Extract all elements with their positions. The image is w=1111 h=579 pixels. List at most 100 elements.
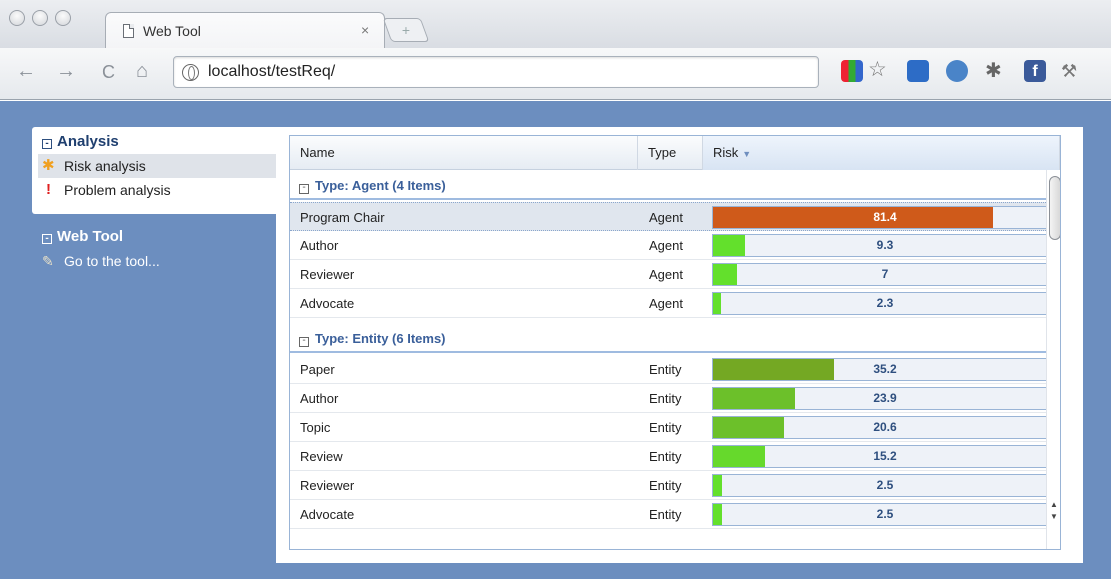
- collapse-icon: -: [42, 234, 52, 244]
- page-icon: [123, 24, 134, 38]
- cell-type: Entity: [649, 507, 682, 522]
- sidebar-item-problem-analysis[interactable]: ! Problem analysis: [32, 178, 276, 202]
- notification-extension-icon[interactable]: [946, 60, 968, 82]
- risk-value: 15.2: [873, 449, 897, 463]
- cell-type: Agent: [649, 210, 683, 225]
- sidebar: - Analysis ✱ Risk analysis ! Problem anal…: [32, 127, 276, 273]
- cell-name: Author: [300, 391, 339, 406]
- scroll-down-icon[interactable]: ▼: [1050, 512, 1058, 521]
- download-icon[interactable]: [907, 60, 929, 82]
- url-text: localhost/testReq/: [208, 63, 336, 80]
- risk-value: 81.4: [873, 210, 897, 224]
- forward-button[interactable]: →: [56, 61, 76, 81]
- risk-value: 20.6: [873, 420, 897, 434]
- globe-icon: [182, 64, 199, 81]
- table-row[interactable]: Reviewer Entity 2.5: [290, 471, 1060, 500]
- colors-extension-icon[interactable]: [841, 60, 863, 82]
- sidebar-item-label: Risk analysis: [64, 158, 146, 174]
- cell-name: Review: [300, 449, 343, 464]
- cell-type: Entity: [649, 362, 682, 377]
- cell-name: Topic: [300, 420, 331, 435]
- group-label: Type: Entity (6 Items): [315, 331, 446, 346]
- cell-type: Entity: [649, 420, 682, 435]
- minimize-window-button[interactable]: [32, 10, 48, 26]
- table-row[interactable]: Program Chair Agent 81.4: [290, 202, 1060, 231]
- reload-button[interactable]: C: [102, 62, 115, 82]
- table-row[interactable]: Review Entity 15.2: [290, 442, 1060, 471]
- zoom-window-button[interactable]: [55, 10, 71, 26]
- address-bar[interactable]: localhost/testReq/: [173, 56, 819, 88]
- risk-icon: ✱: [42, 157, 55, 174]
- vertical-scrollbar[interactable]: ▲ ▼: [1046, 170, 1060, 549]
- group-header[interactable]: - Type: Agent (4 Items): [290, 170, 1046, 200]
- analysis-section: - Analysis ✱ Risk analysis ! Problem anal…: [32, 127, 276, 214]
- grid-header: Name Type Risk ▼: [290, 136, 1060, 170]
- table-row[interactable]: Advocate Entity 2.5: [290, 500, 1060, 529]
- column-header-name[interactable]: Name: [290, 136, 638, 170]
- web-tool-section-header[interactable]: - Web Tool: [32, 222, 276, 249]
- column-header-risk[interactable]: Risk ▼: [703, 136, 1060, 170]
- bug-icon[interactable]: ✱: [985, 60, 1007, 82]
- sidebar-item-go-to-tool[interactable]: ✎ Go to the tool...: [32, 249, 276, 273]
- table-row[interactable]: Author Entity 23.9: [290, 384, 1060, 413]
- table-row[interactable]: Paper Entity 35.2: [290, 355, 1060, 384]
- sidebar-item-risk-analysis[interactable]: ✱ Risk analysis: [38, 154, 276, 178]
- grid-panel: Name Type Risk ▼ - Type: Agent (4 Items) Pr…: [276, 127, 1083, 563]
- cell-name: Advocate: [300, 507, 355, 522]
- risk-bar: 81.4: [712, 206, 1058, 229]
- collapse-icon: -: [299, 183, 309, 194]
- web-tool-section: - Web Tool ✎ Go to the tool...: [32, 222, 276, 273]
- back-button[interactable]: ←: [16, 61, 36, 81]
- sort-desc-icon: ▼: [742, 149, 752, 159]
- cell-name: Advocate: [300, 296, 355, 311]
- risk-value: 7: [881, 267, 889, 281]
- risk-bar: 23.9: [712, 387, 1058, 410]
- risk-value: 2.3: [876, 296, 894, 310]
- wrench-icon: ✎: [42, 253, 54, 269]
- close-window-button[interactable]: [9, 10, 25, 26]
- risk-value: 2.5: [876, 478, 894, 492]
- table-row[interactable]: Topic Entity 20.6: [290, 413, 1060, 442]
- sidebar-item-label: Problem analysis: [64, 182, 171, 198]
- risk-bar: 2.5: [712, 503, 1058, 526]
- table-row[interactable]: Reviewer Agent 7: [290, 260, 1060, 289]
- sidebar-item-label: Go to the tool...: [64, 253, 160, 269]
- risk-bar: 2.5: [712, 474, 1058, 497]
- cell-type: Entity: [649, 478, 682, 493]
- home-button[interactable]: ⌂: [136, 61, 148, 81]
- column-header-type[interactable]: Type: [638, 136, 703, 170]
- web-tool-heading: Web Tool: [57, 228, 124, 245]
- facebook-icon[interactable]: f: [1024, 60, 1046, 82]
- risk-grid: Name Type Risk ▼ - Type: Agent (4 Items) Pr…: [289, 135, 1061, 550]
- column-label: Name: [300, 145, 335, 160]
- column-label: Type: [648, 145, 677, 160]
- cell-name: Paper: [300, 362, 335, 377]
- exclamation-icon: !: [46, 181, 51, 198]
- risk-bar: 20.6: [712, 416, 1058, 439]
- group-header[interactable]: - Type: Entity (6 Items): [290, 323, 1046, 353]
- analysis-heading: Analysis: [57, 133, 119, 150]
- tab-close-icon[interactable]: ×: [361, 22, 369, 38]
- risk-bar: 15.2: [712, 445, 1058, 468]
- page-content: - Analysis ✱ Risk analysis ! Problem anal…: [0, 101, 1111, 579]
- risk-bar: 2.3: [712, 292, 1058, 315]
- browser-tab[interactable]: Web Tool ×: [105, 12, 385, 50]
- table-row[interactable]: Author Agent 9.3: [290, 231, 1060, 260]
- wrench-menu-icon[interactable]: ⚒: [1061, 60, 1083, 82]
- cell-name: Author: [300, 238, 339, 253]
- risk-value: 2.5: [876, 507, 894, 521]
- cell-type: Entity: [649, 391, 682, 406]
- cell-type: Agent: [649, 296, 683, 311]
- scrollbar-thumb[interactable]: [1049, 176, 1060, 240]
- risk-value: 35.2: [873, 362, 897, 376]
- risk-bar: 7: [712, 263, 1058, 286]
- table-row[interactable]: Advocate Agent 2.3: [290, 289, 1060, 318]
- column-label: Risk: [713, 145, 739, 160]
- new-tab-button[interactable]: +: [382, 18, 430, 42]
- scroll-up-icon[interactable]: ▲: [1050, 500, 1058, 509]
- tab-title: Web Tool: [143, 23, 201, 39]
- analysis-section-header[interactable]: - Analysis: [32, 127, 276, 154]
- browser-titlebar: Web Tool × +: [0, 0, 1111, 50]
- star-icon[interactable]: ☆: [868, 59, 890, 82]
- collapse-icon: -: [299, 336, 309, 347]
